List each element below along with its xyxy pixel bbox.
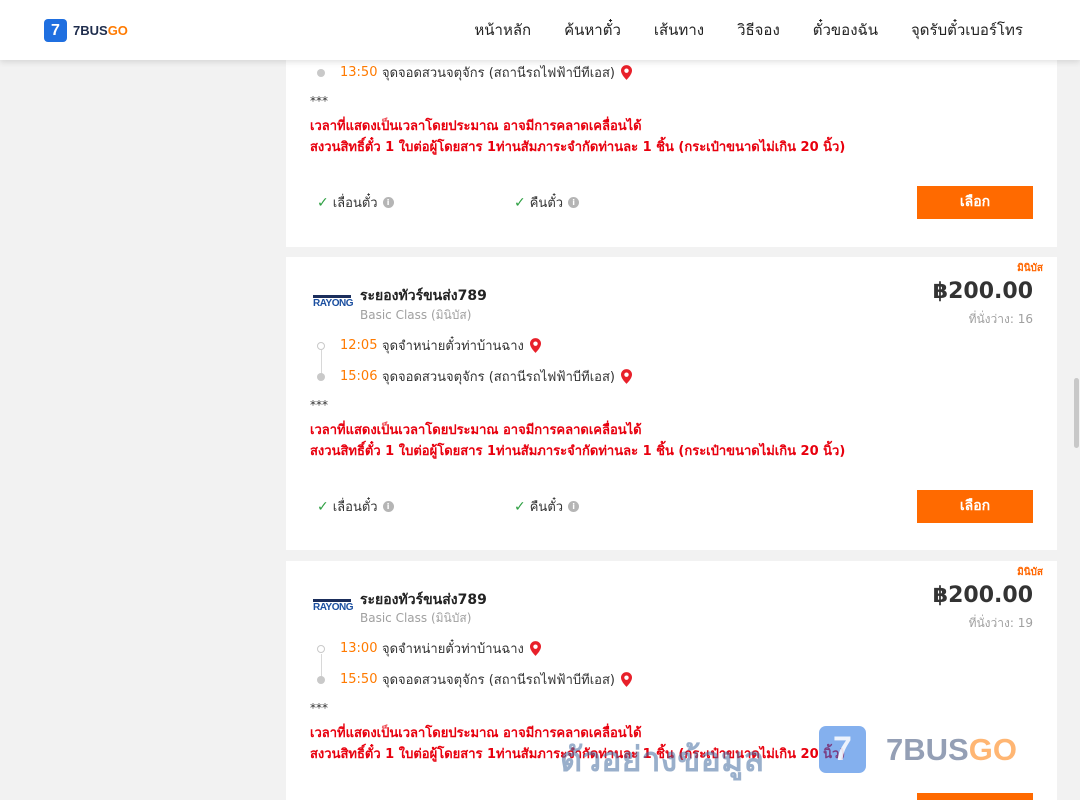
- notes-marker: ***: [310, 701, 328, 715]
- trip-card: มินิบัส RAYONG ระยองทัวร์ขนส่ง789 Basic …: [286, 561, 1057, 800]
- arrival-place: จุดจอดสวนจตุจักร (สถานีรถไฟฟ้าบีทีเอส): [382, 672, 615, 688]
- bus-class: Basic Class (มินิบัส): [360, 308, 472, 322]
- site-logo[interactable]: 7 7BUSGO: [44, 19, 128, 42]
- note-time-estimate: เวลาที่แสดงเป็นเวลาโดยประมาณ อาจมีการคลา…: [310, 726, 642, 741]
- note-time-estimate: เวลาที่แสดงเป็นเวลาโดยประมาณ อาจมีการคลา…: [310, 423, 642, 438]
- timeline-dot: [317, 69, 325, 77]
- arrival-time: 15:06: [340, 368, 378, 384]
- operator-logo: RAYONG: [313, 295, 353, 311]
- timeline-line: [321, 350, 322, 375]
- info-icon[interactable]: i: [382, 501, 394, 512]
- arrival-place: จุดจอดสวนจตุจักร (สถานีรถไฟฟ้าบีทีเอส): [382, 369, 615, 385]
- note-luggage: สงวนสิทธิ์ตั๋ว 1 ใบต่อผู้โดยสาร 1ท่านสัม…: [310, 747, 846, 762]
- trip-card: 13:50 จุดจอดสวนจตุจักร (สถานีรถไฟฟ้าบีที…: [286, 52, 1057, 247]
- ticket-price: ฿200.00: [932, 583, 1033, 608]
- refund-label: คืนตั๋ว: [529, 196, 564, 211]
- map-pin-icon[interactable]: [529, 640, 541, 656]
- arrival-stop: 15:50 จุดจอดสวนจตุจักร (สถานีรถไฟฟ้าบีที…: [340, 669, 632, 689]
- check-icon: ✓: [317, 498, 329, 515]
- departure-stop: 13:00 จุดจำหน่ายตั๋วท่าบ้านฉาง: [340, 638, 541, 658]
- logo-text: 7BUSGO: [73, 23, 128, 38]
- map-pin-icon[interactable]: [529, 337, 541, 353]
- bus-type-badge: มินิบัส: [1017, 263, 1043, 274]
- check-icon: ✓: [317, 194, 329, 211]
- info-icon[interactable]: i: [382, 197, 394, 208]
- nav-my-tickets[interactable]: ตั๋วของฉัน: [813, 18, 878, 42]
- notes-marker: ***: [310, 398, 328, 412]
- top-navbar: 7 7BUSGO หน้าหลัก ค้นหาตั๋ว เส้นทาง วิธี…: [0, 0, 1080, 60]
- select-button[interactable]: เลือก: [917, 490, 1033, 523]
- map-pin-icon[interactable]: [620, 671, 632, 687]
- departure-place: จุดจำหน่ายตั๋วท่าบ้านฉาง: [382, 641, 524, 657]
- seats-available: ที่นั่งว่าง: 16: [968, 312, 1033, 326]
- note-luggage: สงวนสิทธิ์ตั๋ว 1 ใบต่อผู้โดยสาร 1ท่านสัม…: [310, 140, 846, 155]
- ticket-price: ฿200.00: [932, 279, 1033, 304]
- page-scrollbar[interactable]: [1072, 60, 1080, 800]
- refund-label: คืนตั๋ว: [529, 500, 564, 515]
- reschedule-option: ✓ เลื่อนตั๋ว i: [317, 192, 394, 213]
- reschedule-label: เลื่อนตั๋ว: [332, 196, 378, 211]
- refund-option: ✓ คืนตั๋ว i: [514, 192, 580, 213]
- timeline-line: [321, 654, 322, 678]
- operator-logo: RAYONG: [313, 599, 353, 615]
- arrival-time: 15:50: [340, 671, 378, 687]
- timeline-dot: [317, 342, 325, 350]
- timeline-dot: [317, 373, 325, 381]
- bus-class: Basic Class (มินิบัส): [360, 611, 472, 625]
- operator-name: ระยองทัวร์ขนส่ง789: [360, 592, 487, 608]
- bus-type-badge: มินิบัส: [1017, 567, 1043, 578]
- reschedule-label: เลื่อนตั๋ว: [332, 500, 378, 515]
- notes-marker: ***: [310, 94, 328, 108]
- select-button[interactable]: [917, 793, 1033, 800]
- info-icon[interactable]: i: [568, 197, 580, 208]
- note-time-estimate: เวลาที่แสดงเป็นเวลาโดยประมาณ อาจมีการคลา…: [310, 119, 642, 134]
- departure-time: 13:00: [340, 640, 378, 656]
- departure-time: 12:05: [340, 337, 378, 353]
- operator-name: ระยองทัวร์ขนส่ง789: [360, 288, 487, 304]
- nav-routes[interactable]: เส้นทาง: [654, 18, 704, 42]
- nav-search-ticket[interactable]: ค้นหาตั๋ว: [564, 18, 621, 42]
- arrival-stop: 15:06 จุดจอดสวนจตุจักร (สถานีรถไฟฟ้าบีที…: [340, 366, 632, 386]
- trip-card: มินิบัส RAYONG ระยองทัวร์ขนส่ง789 Basic …: [286, 257, 1057, 550]
- nav-how-to-book[interactable]: วิธีจอง: [737, 18, 780, 42]
- check-icon: ✓: [514, 498, 526, 515]
- reschedule-option: ✓ เลื่อนตั๋ว i: [317, 496, 394, 517]
- main-nav: หน้าหลัก ค้นหาตั๋ว เส้นทาง วิธีจอง ตั๋วข…: [441, 0, 1023, 60]
- departure-stop: 12:05 จุดจำหน่ายตั๋วท่าบ้านฉาง: [340, 335, 541, 355]
- logo-mark-icon: 7: [44, 19, 67, 42]
- nav-home[interactable]: หน้าหลัก: [474, 18, 531, 42]
- arrival-place: จุดจอดสวนจตุจักร (สถานีรถไฟฟ้าบีทีเอส): [382, 65, 615, 81]
- arrival-stop: 13:50 จุดจอดสวนจตุจักร (สถานีรถไฟฟ้าบีที…: [340, 62, 632, 82]
- map-pin-icon[interactable]: [620, 64, 632, 80]
- map-pin-icon[interactable]: [620, 368, 632, 384]
- timeline-dot: [317, 645, 325, 653]
- refund-option: ✓ คืนตั๋ว i: [514, 496, 580, 517]
- departure-place: จุดจำหน่ายตั๋วท่าบ้านฉาง: [382, 338, 524, 354]
- timeline-dot: [317, 676, 325, 684]
- scrollbar-thumb[interactable]: [1074, 378, 1079, 448]
- seats-available: ที่นั่งว่าง: 19: [968, 616, 1033, 630]
- nav-ticket-points[interactable]: จุดรับตั๋วเบอร์โทร: [911, 18, 1023, 42]
- note-luggage: สงวนสิทธิ์ตั๋ว 1 ใบต่อผู้โดยสาร 1ท่านสัม…: [310, 444, 846, 459]
- select-button[interactable]: เลือก: [917, 186, 1033, 219]
- check-icon: ✓: [514, 194, 526, 211]
- info-icon[interactable]: i: [568, 501, 580, 512]
- arrival-time: 13:50: [340, 64, 378, 80]
